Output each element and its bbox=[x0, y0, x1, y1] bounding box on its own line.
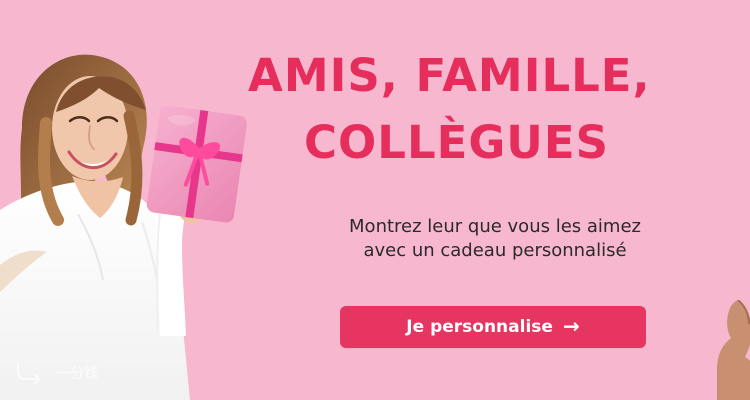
watermark-text: 一分钱 bbox=[56, 366, 98, 382]
subtitle: Montrez leur que vous les aimez avec un … bbox=[300, 215, 690, 263]
subtitle-line-2: avec un cadeau personnalisé bbox=[363, 240, 627, 261]
woman-holding-gift-illustration bbox=[0, 54, 247, 400]
subtitle-line-1: Montrez leur que vous les aimez bbox=[349, 216, 641, 237]
headline-line-2: COLLÈGUES bbox=[304, 116, 609, 169]
watermark: 一分钱 bbox=[12, 362, 98, 384]
watermark-logo-icon bbox=[17, 363, 40, 384]
arrow-right-icon: → bbox=[562, 314, 580, 338]
personalize-button-label: Je personnalise bbox=[406, 317, 553, 337]
partial-person-right-edge bbox=[717, 300, 750, 400]
promo-banner: AMIS, FAMILLE, COLLÈGUES Montrez leur qu… bbox=[0, 0, 750, 400]
personalize-button[interactable]: Je personnalise → bbox=[340, 306, 646, 348]
headline-line-1: AMIS, FAMILLE, bbox=[248, 49, 651, 102]
